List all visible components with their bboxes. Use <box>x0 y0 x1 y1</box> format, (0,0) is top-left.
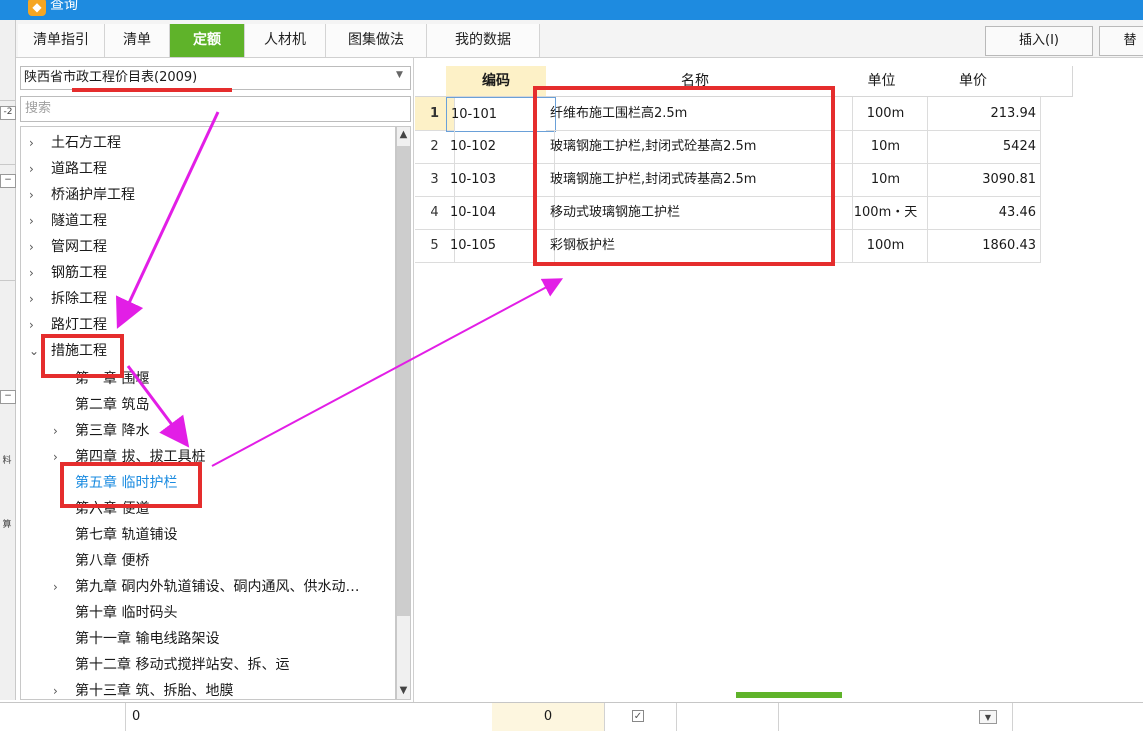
table-cell-unit[interactable]: 100m <box>844 229 928 263</box>
tab-atlas-method[interactable]: 图集做法 <box>326 24 427 57</box>
collapse-icon[interactable]: − <box>0 390 16 404</box>
tree-child-item[interactable]: 第七章 轨道铺设 <box>75 523 177 547</box>
tree-child-item[interactable]: 第十二章 移动式搅拌站安、拆、运 <box>75 653 289 677</box>
chevron-right-icon[interactable]: › <box>29 287 34 311</box>
insert-button[interactable]: 插入(I) <box>985 26 1093 56</box>
chevron-right-icon[interactable]: › <box>53 575 58 599</box>
status-mid-value: 0 <box>492 703 605 731</box>
chevron-right-icon[interactable]: › <box>53 419 58 443</box>
chevron-right-icon[interactable]: › <box>29 157 34 181</box>
title-bar <box>0 0 1143 20</box>
scrollbar-thumb[interactable] <box>397 146 410 616</box>
search-placeholder: 搜索 <box>25 101 52 116</box>
tree-child-item[interactable]: 第十章 临时码头 <box>75 601 177 625</box>
chevron-down-icon[interactable]: ▼ <box>396 70 403 80</box>
status-empty-cell <box>676 703 779 731</box>
tab-labor-material[interactable]: 人材机 <box>245 24 326 57</box>
highlight-box-measures <box>41 334 124 378</box>
search-input[interactable] <box>20 96 411 122</box>
chevron-right-icon[interactable]: › <box>53 679 58 699</box>
chevron-right-icon[interactable]: › <box>53 445 58 469</box>
scroll-up-icon[interactable]: ▲ <box>396 128 411 142</box>
chevron-right-icon[interactable]: › <box>29 209 34 233</box>
replace-button[interactable]: 替 <box>1099 26 1143 56</box>
tree-child-item[interactable]: 第八章 便桥 <box>75 549 149 573</box>
chevron-down-icon[interactable]: ▼ <box>979 710 997 724</box>
column-header-price[interactable]: 单价 <box>919 66 1073 97</box>
app-icon: ◆ <box>28 0 46 16</box>
column-header-code[interactable]: 编码 <box>446 66 547 97</box>
tab-bar: 清单指引 清单 定额 人材机 图集做法 我的数据 插入(I) 替 <box>16 20 1143 58</box>
table-cell-price[interactable]: 1860.43 <box>919 229 1041 263</box>
strip-mark: -2 <box>0 106 16 120</box>
library-select-value: 陕西省市政工程价目表(2009) <box>24 70 198 85</box>
highlight-box-names <box>533 86 835 266</box>
chevron-right-icon[interactable]: › <box>29 131 34 155</box>
tab-quota[interactable]: 定额 <box>170 24 245 57</box>
column-header-unit[interactable]: 单位 <box>844 66 920 97</box>
chevron-right-icon[interactable]: › <box>29 235 34 259</box>
tree-item[interactable]: › 桥涵护岸工程 <box>29 183 135 207</box>
chapter-tree: › 土石方工程 › 道路工程 › 桥涵护岸工程 › 隧道工程 › 管网工程 › 钢筋工程 ›… <box>20 126 396 700</box>
checkbox[interactable]: ✓ <box>632 710 644 722</box>
chevron-down-icon[interactable]: ⌄ <box>29 339 39 363</box>
table-cell-unit[interactable]: 10m <box>844 163 928 197</box>
table-cell-unit[interactable]: 100m・天 <box>844 196 928 230</box>
strip-mark: 料 <box>2 456 12 466</box>
table-cell-price[interactable]: 43.46 <box>919 196 1041 230</box>
tree-item[interactable]: › 道路工程 <box>29 157 107 181</box>
tree-item[interactable]: › 管网工程 <box>29 235 107 259</box>
tree-item[interactable]: › 钢筋工程 <box>29 261 107 285</box>
window-title: 查询 <box>50 0 78 13</box>
status-left-value: 0 <box>125 703 500 731</box>
library-highlight-underline <box>72 88 232 92</box>
rownum-header <box>415 66 447 97</box>
tree-item[interactable]: › 土石方工程 <box>29 131 121 155</box>
tree-child-item[interactable]: › 第三章 降水 <box>53 419 149 443</box>
panel-collapse-handle[interactable] <box>736 692 842 698</box>
chevron-right-icon[interactable]: › <box>29 183 34 207</box>
tab-bill-guide[interactable]: 清单指引 <box>18 24 105 57</box>
tree-child-item[interactable]: 第十一章 输电线路架设 <box>75 627 219 651</box>
chevron-right-icon[interactable]: › <box>29 313 34 337</box>
tree-child-item[interactable]: › 第十三章 筑、拆胎、地膜 <box>53 679 233 699</box>
tree-child-item[interactable]: › 第九章 硐内外轨道铺设、硐内通风、供水动… <box>53 575 359 599</box>
background-window-strip: -2 − − 料 算 <box>0 20 16 700</box>
table-cell-unit[interactable]: 100m <box>844 97 928 131</box>
tab-bill[interactable]: 清单 <box>105 24 170 57</box>
table-cell-price[interactable]: 3090.81 <box>919 163 1041 197</box>
table-cell-unit[interactable]: 10m <box>844 130 928 164</box>
chevron-right-icon[interactable]: › <box>29 261 34 285</box>
scroll-down-icon[interactable]: ▼ <box>396 684 411 698</box>
tree-item[interactable]: › 拆除工程 <box>29 287 107 311</box>
tree-child-item[interactable]: 第二章 筑岛 <box>75 393 149 417</box>
collapse-icon[interactable]: − <box>0 174 16 188</box>
highlight-box-chapter5 <box>60 462 202 508</box>
table-cell-price[interactable]: 213.94 <box>919 97 1041 131</box>
tree-item[interactable]: › 隧道工程 <box>29 209 107 233</box>
strip-mark: 算 <box>2 520 12 530</box>
table-cell-price[interactable]: 5424 <box>919 130 1041 164</box>
tab-my-data[interactable]: 我的数据 <box>427 24 540 57</box>
status-dropdown-cell <box>778 703 1013 731</box>
